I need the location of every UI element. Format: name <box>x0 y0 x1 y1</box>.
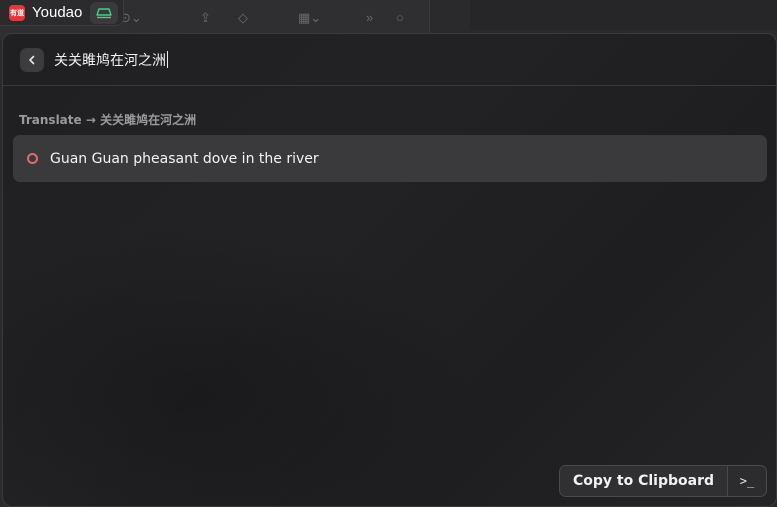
circle-icon <box>27 153 38 164</box>
youdao-logo-icon: 有道 <box>9 4 25 21</box>
result-text: Guan Guan pheasant dove in the river <box>50 150 319 167</box>
raycast-icon <box>96 7 113 18</box>
background-search-icon: ○ <box>396 10 404 25</box>
background-share-icon: ⇪ <box>200 10 211 25</box>
text-caret <box>167 51 168 68</box>
action-bar: Copy to Clipboard >_ <box>558 465 767 497</box>
terminal-icon: >_ <box>739 474 755 488</box>
background-toolbar-right <box>470 0 777 30</box>
back-button[interactable] <box>20 47 44 72</box>
translation-panel: 关关雎鸠在河之洲 Translate → 关关雎鸠在河之洲 Guan Guan … <box>2 33 777 507</box>
copy-to-clipboard-button[interactable]: Copy to Clipboard <box>559 466 728 496</box>
background-more-icon: » <box>366 10 374 25</box>
section-title: Translate → 关关雎鸠在河之洲 <box>19 113 197 127</box>
background-table-icon: ▦⌄ <box>298 10 322 25</box>
background-tag-icon: ◇ <box>238 10 248 25</box>
actions-menu-button[interactable]: >_ <box>728 466 766 496</box>
result-item[interactable]: Guan Guan pheasant dove in the river <box>13 135 767 182</box>
chevron-left-icon <box>29 55 35 64</box>
search-query-text: 关关雎鸠在河之洲 <box>54 52 166 69</box>
search-input[interactable]: 关关雎鸠在河之洲 <box>54 50 168 70</box>
menubar-app-chip: 有道 Youdao <box>0 0 124 26</box>
app-name: Youdao <box>32 4 83 21</box>
search-bar: 关关雎鸠在河之洲 <box>3 34 776 86</box>
raycast-extension-icon[interactable] <box>90 1 119 24</box>
panel-shade <box>3 224 473 506</box>
